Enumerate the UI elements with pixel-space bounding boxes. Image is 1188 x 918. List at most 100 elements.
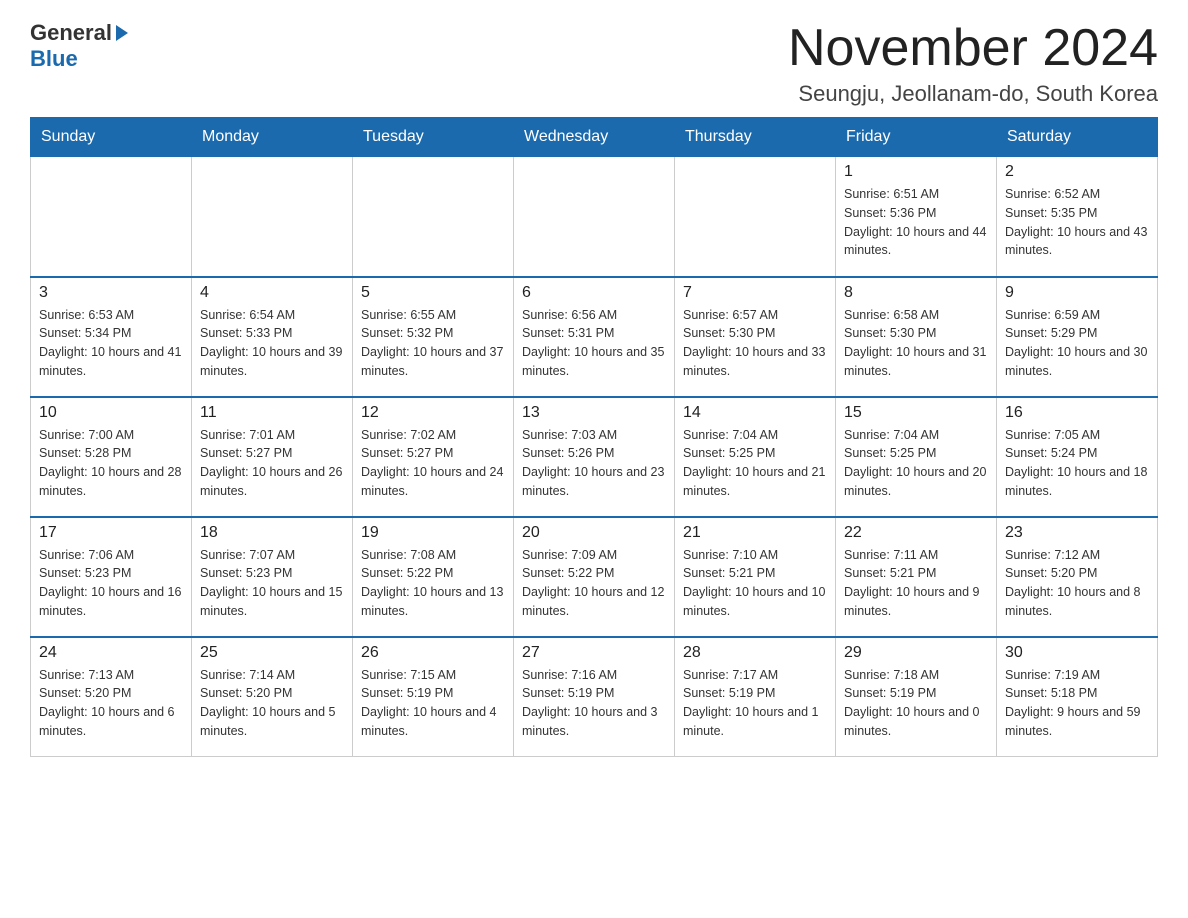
- day-of-week-header: Monday: [192, 118, 353, 157]
- day-sun-info: Sunrise: 7:06 AM Sunset: 5:23 PM Dayligh…: [39, 546, 183, 621]
- day-sun-info: Sunrise: 6:55 AM Sunset: 5:32 PM Dayligh…: [361, 306, 505, 381]
- calendar-cell: 7 Sunrise: 6:57 AM Sunset: 5:30 PM Daylig…: [675, 277, 836, 397]
- calendar-week-row: 24 Sunrise: 7:13 AM Sunset: 5:20 PM Dayli…: [31, 637, 1158, 757]
- day-number: 11: [200, 404, 344, 422]
- day-sun-info: Sunrise: 7:10 AM Sunset: 5:21 PM Dayligh…: [683, 546, 827, 621]
- calendar-week-row: 10 Sunrise: 7:00 AM Sunset: 5:28 PM Dayli…: [31, 397, 1158, 517]
- day-of-week-header: Wednesday: [514, 118, 675, 157]
- logo-general-text: General: [30, 20, 112, 46]
- calendar-cell: 12 Sunrise: 7:02 AM Sunset: 5:27 PM Dayli…: [353, 397, 514, 517]
- day-sun-info: Sunrise: 7:13 AM Sunset: 5:20 PM Dayligh…: [39, 666, 183, 741]
- calendar-cell: 27Sunrise: 7:16 AM Sunset: 5:19 PM Dayli…: [514, 637, 675, 757]
- calendar-cell: 10 Sunrise: 7:00 AM Sunset: 5:28 PM Dayli…: [31, 397, 192, 517]
- calendar-table: SundayMondayTuesdayWednesdayThursdayFrid…: [30, 117, 1158, 757]
- day-of-week-header: Tuesday: [353, 118, 514, 157]
- day-number: 21: [683, 524, 827, 542]
- day-number: 20: [522, 524, 666, 542]
- day-number: 24: [39, 644, 183, 662]
- calendar-cell: 14 Sunrise: 7:04 AM Sunset: 5:25 PM Dayli…: [675, 397, 836, 517]
- calendar-cell: 22Sunrise: 7:11 AM Sunset: 5:21 PM Dayli…: [836, 517, 997, 637]
- calendar-cell: 16 Sunrise: 7:05 AM Sunset: 5:24 PM Dayli…: [997, 397, 1158, 517]
- calendar-week-row: 3 Sunrise: 6:53 AM Sunset: 5:34 PM Daylig…: [31, 277, 1158, 397]
- calendar-cell: 28 Sunrise: 7:17 AM Sunset: 5:19 PM Dayli…: [675, 637, 836, 757]
- day-sun-info: Sunrise: 7:01 AM Sunset: 5:27 PM Dayligh…: [200, 426, 344, 501]
- day-sun-info: Sunrise: 6:54 AM Sunset: 5:33 PM Dayligh…: [200, 306, 344, 381]
- calendar-week-row: 1 Sunrise: 6:51 AM Sunset: 5:36 PM Daylig…: [31, 157, 1158, 277]
- day-number: 19: [361, 524, 505, 542]
- calendar-cell: 6 Sunrise: 6:56 AM Sunset: 5:31 PM Daylig…: [514, 277, 675, 397]
- day-sun-info: Sunrise: 6:59 AM Sunset: 5:29 PM Dayligh…: [1005, 306, 1149, 381]
- day-number: 5: [361, 284, 505, 302]
- day-number: 1: [844, 163, 988, 181]
- day-of-week-header: Friday: [836, 118, 997, 157]
- location-title: Seungju, Jeollanam-do, South Korea: [788, 81, 1158, 107]
- day-number: 7: [683, 284, 827, 302]
- day-sun-info: Sunrise: 6:58 AM Sunset: 5:30 PM Dayligh…: [844, 306, 988, 381]
- day-sun-info: Sunrise: 7:02 AM Sunset: 5:27 PM Dayligh…: [361, 426, 505, 501]
- day-sun-info: Sunrise: 6:56 AM Sunset: 5:31 PM Dayligh…: [522, 306, 666, 381]
- day-sun-info: Sunrise: 7:12 AM Sunset: 5:20 PM Dayligh…: [1005, 546, 1149, 621]
- calendar-cell: 19 Sunrise: 7:08 AM Sunset: 5:22 PM Dayli…: [353, 517, 514, 637]
- day-sun-info: Sunrise: 7:19 AM Sunset: 5:18 PM Dayligh…: [1005, 666, 1149, 741]
- day-number: 23: [1005, 524, 1149, 542]
- day-number: 17: [39, 524, 183, 542]
- day-sun-info: Sunrise: 7:08 AM Sunset: 5:22 PM Dayligh…: [361, 546, 505, 621]
- calendar-cell: [192, 157, 353, 277]
- day-sun-info: Sunrise: 7:05 AM Sunset: 5:24 PM Dayligh…: [1005, 426, 1149, 501]
- day-sun-info: Sunrise: 7:04 AM Sunset: 5:25 PM Dayligh…: [683, 426, 827, 501]
- day-number: 28: [683, 644, 827, 662]
- day-number: 22: [844, 524, 988, 542]
- day-number: 15: [844, 404, 988, 422]
- calendar-cell: 3 Sunrise: 6:53 AM Sunset: 5:34 PM Daylig…: [31, 277, 192, 397]
- calendar-cell: 8Sunrise: 6:58 AM Sunset: 5:30 PM Daylig…: [836, 277, 997, 397]
- day-sun-info: Sunrise: 7:09 AM Sunset: 5:22 PM Dayligh…: [522, 546, 666, 621]
- day-of-week-header: Thursday: [675, 118, 836, 157]
- day-number: 4: [200, 284, 344, 302]
- logo-blue-label: Blue: [30, 46, 78, 71]
- day-of-week-header: Saturday: [997, 118, 1158, 157]
- day-sun-info: Sunrise: 6:52 AM Sunset: 5:35 PM Dayligh…: [1005, 185, 1149, 260]
- day-number: 12: [361, 404, 505, 422]
- day-number: 9: [1005, 284, 1149, 302]
- day-sun-info: Sunrise: 7:04 AM Sunset: 5:25 PM Dayligh…: [844, 426, 988, 501]
- calendar-cell: 11 Sunrise: 7:01 AM Sunset: 5:27 PM Dayli…: [192, 397, 353, 517]
- calendar-cell: 23 Sunrise: 7:12 AM Sunset: 5:20 PM Dayli…: [997, 517, 1158, 637]
- day-sun-info: Sunrise: 7:00 AM Sunset: 5:28 PM Dayligh…: [39, 426, 183, 501]
- day-sun-info: Sunrise: 7:07 AM Sunset: 5:23 PM Dayligh…: [200, 546, 344, 621]
- month-title: November 2024: [788, 20, 1158, 77]
- day-number: 3: [39, 284, 183, 302]
- calendar-cell: 30 Sunrise: 7:19 AM Sunset: 5:18 PM Dayli…: [997, 637, 1158, 757]
- calendar-cell: 2Sunrise: 6:52 AM Sunset: 5:35 PM Daylig…: [997, 157, 1158, 277]
- calendar-cell: 4 Sunrise: 6:54 AM Sunset: 5:33 PM Daylig…: [192, 277, 353, 397]
- calendar-cell: 15 Sunrise: 7:04 AM Sunset: 5:25 PM Dayli…: [836, 397, 997, 517]
- calendar-cell: 24 Sunrise: 7:13 AM Sunset: 5:20 PM Dayli…: [31, 637, 192, 757]
- day-sun-info: Sunrise: 6:51 AM Sunset: 5:36 PM Dayligh…: [844, 185, 988, 260]
- day-number: 25: [200, 644, 344, 662]
- calendar-cell: 25 Sunrise: 7:14 AM Sunset: 5:20 PM Dayli…: [192, 637, 353, 757]
- logo-blue-text: Blue: [30, 46, 78, 72]
- calendar-header-row: SundayMondayTuesdayWednesdayThursdayFrid…: [31, 118, 1158, 157]
- calendar-cell: 17 Sunrise: 7:06 AM Sunset: 5:23 PM Dayli…: [31, 517, 192, 637]
- calendar-cell: 5 Sunrise: 6:55 AM Sunset: 5:32 PM Daylig…: [353, 277, 514, 397]
- day-sun-info: Sunrise: 6:57 AM Sunset: 5:30 PM Dayligh…: [683, 306, 827, 381]
- day-number: 6: [522, 284, 666, 302]
- day-number: 10: [39, 404, 183, 422]
- day-number: 30: [1005, 644, 1149, 662]
- day-number: 14: [683, 404, 827, 422]
- day-number: 26: [361, 644, 505, 662]
- logo-text: General: [30, 20, 128, 46]
- logo: General Blue: [30, 20, 128, 72]
- day-sun-info: Sunrise: 7:17 AM Sunset: 5:19 PM Dayligh…: [683, 666, 827, 741]
- calendar-cell: [31, 157, 192, 277]
- calendar-cell: 20 Sunrise: 7:09 AM Sunset: 5:22 PM Dayli…: [514, 517, 675, 637]
- calendar-cell: 29Sunrise: 7:18 AM Sunset: 5:19 PM Dayli…: [836, 637, 997, 757]
- day-sun-info: Sunrise: 6:53 AM Sunset: 5:34 PM Dayligh…: [39, 306, 183, 381]
- day-number: 16: [1005, 404, 1149, 422]
- calendar-cell: 26 Sunrise: 7:15 AM Sunset: 5:19 PM Dayli…: [353, 637, 514, 757]
- calendar-week-row: 17 Sunrise: 7:06 AM Sunset: 5:23 PM Dayli…: [31, 517, 1158, 637]
- day-sun-info: Sunrise: 7:15 AM Sunset: 5:19 PM Dayligh…: [361, 666, 505, 741]
- day-of-week-header: Sunday: [31, 118, 192, 157]
- day-sun-info: Sunrise: 7:14 AM Sunset: 5:20 PM Dayligh…: [200, 666, 344, 741]
- day-number: 27: [522, 644, 666, 662]
- calendar-cell: [675, 157, 836, 277]
